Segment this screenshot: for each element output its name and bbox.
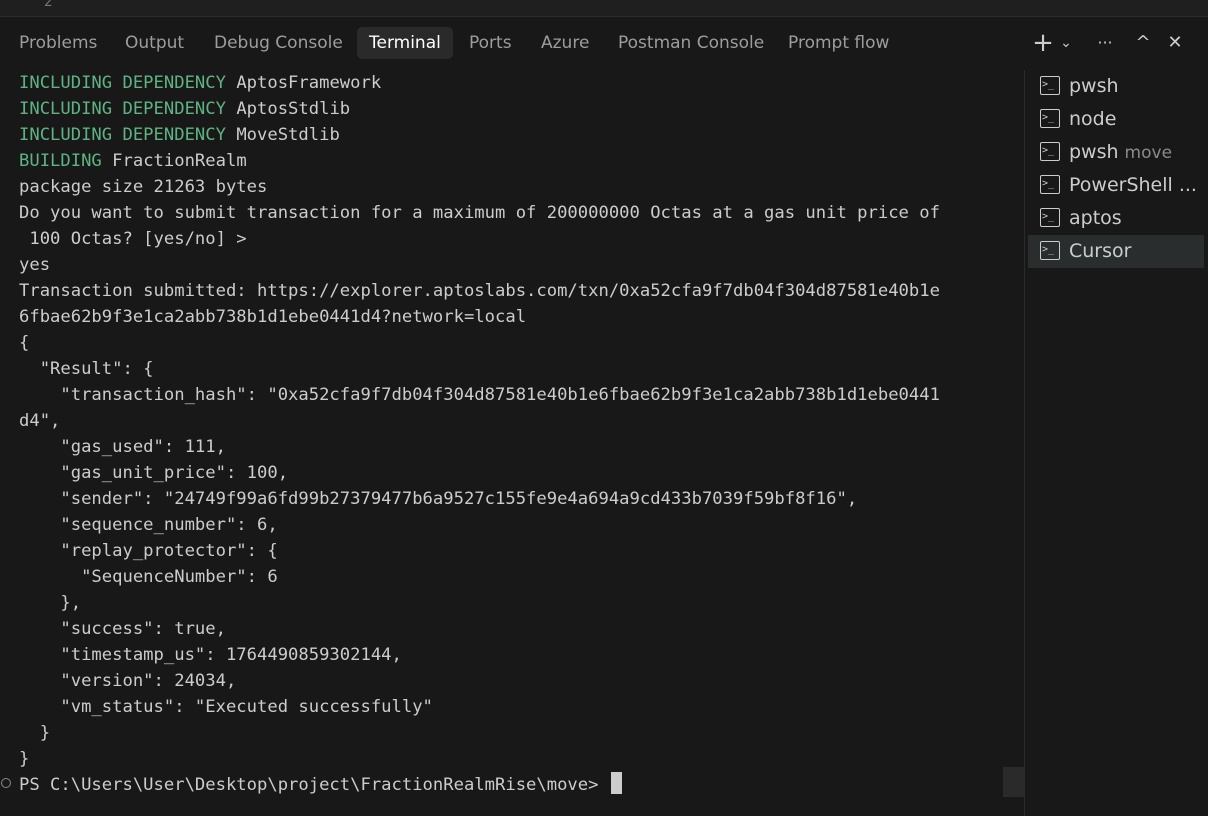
terminal-session-desc: move	[1124, 143, 1173, 163]
terminal-line: "timestamp_us": 1764490859302144,	[19, 645, 402, 665]
terminal-session-item[interactable]: >_ pwsh	[1028, 70, 1204, 103]
tab-output[interactable]: Output	[113, 27, 196, 59]
terminal-session-item[interactable]: >_ node	[1028, 103, 1204, 136]
terminal-session-name: pwsh	[1069, 141, 1119, 163]
terminal-line: }	[19, 749, 30, 769]
tab-prompt-flow[interactable]: Prompt flow	[776, 27, 901, 59]
terminal-prompt-line[interactable]: PS C:\Users\User\Desktop\project\Fractio…	[19, 772, 622, 798]
editor-area-edge: 2	[0, 0, 1208, 17]
maximize-panel-icon[interactable]: ^	[1132, 27, 1154, 59]
terminal-line: 6fbae62b9f3e1ca2abb738b1d1ebe0441d4?netw…	[19, 307, 527, 327]
terminal-line: },	[19, 593, 82, 613]
panel-tab-bar: Problems Output Debug Console Terminal P…	[0, 27, 1208, 61]
terminal-keyword: INCLUDING DEPENDENCY	[19, 73, 226, 93]
terminal-output[interactable]: INCLUDING DEPENDENCY AptosFramework INCL…	[0, 70, 1024, 816]
terminal-line: {	[19, 333, 30, 353]
terminal-session-name: pwsh	[1069, 75, 1119, 97]
terminal-line: Transaction submitted: https://explorer.…	[19, 281, 940, 301]
terminal-line: }	[19, 723, 51, 743]
terminal-prompt: PS C:\Users\User\Desktop\project\Fractio…	[19, 775, 599, 795]
terminal-line: "replay_protector": {	[19, 541, 278, 561]
tab-ports[interactable]: Ports	[457, 27, 524, 59]
terminal-icon: >_	[1040, 175, 1060, 194]
terminal-line: d4",	[19, 411, 61, 431]
terminal-session-name: node	[1069, 108, 1117, 130]
terminal-line: "Result": {	[19, 359, 154, 379]
terminal-scrollbar[interactable]	[1003, 767, 1024, 797]
terminal-icon: >_	[1040, 109, 1060, 128]
terminal-session-name: aptos	[1069, 207, 1122, 229]
tab-problems[interactable]: Problems	[7, 27, 109, 59]
terminal-line: "gas_used": 111,	[19, 437, 226, 457]
terminal-line: "sender": "24749f99a6fd99b27379477b6a952…	[19, 489, 858, 509]
tab-postman-console[interactable]: Postman Console	[606, 27, 776, 59]
editor-line-number: 2	[44, 0, 53, 10]
terminal-line: BUILDING FractionRealm	[19, 151, 247, 171]
tab-terminal[interactable]: Terminal	[357, 27, 453, 59]
terminal-session-item[interactable]: >_ PowerShell ...	[1028, 169, 1204, 202]
terminal-session-name: PowerShell ...	[1069, 174, 1197, 196]
terminal-line: "gas_unit_price": 100,	[19, 463, 289, 483]
terminal-line: 100 Octas? [yes/no] >	[19, 229, 247, 249]
terminal-keyword: INCLUDING DEPENDENCY	[19, 99, 226, 119]
terminal-line: INCLUDING DEPENDENCY MoveStdlib	[19, 125, 340, 145]
more-actions-icon[interactable]: ···	[1092, 27, 1118, 59]
command-decoration-icon[interactable]	[1, 778, 11, 788]
new-terminal-icon[interactable]: +	[1030, 27, 1056, 59]
terminal-session-name: Cursor	[1069, 240, 1132, 262]
terminal-cursor	[610, 772, 622, 794]
terminal-icon: >_	[1040, 241, 1060, 260]
terminal-line: package size 21263 bytes	[19, 177, 268, 197]
terminal-keyword: INCLUDING DEPENDENCY	[19, 125, 226, 145]
tab-azure[interactable]: Azure	[529, 27, 601, 59]
terminal-line: "SequenceNumber": 6	[19, 567, 278, 587]
terminal-icon: >_	[1040, 142, 1060, 161]
terminal-line: yes	[19, 255, 51, 275]
tab-debug-console[interactable]: Debug Console	[202, 27, 355, 59]
terminal-session-list: >_ pwsh >_ node >_ pwsh move >_ PowerShel…	[1024, 70, 1208, 816]
chevron-down-icon[interactable]: ⌄	[1058, 27, 1074, 59]
terminal-icon: >_	[1040, 208, 1060, 227]
terminal-line: "sequence_number": 6,	[19, 515, 278, 535]
terminal-line: "transaction_hash": "0xa52cfa9f7db04f304…	[19, 385, 940, 405]
terminal-keyword: BUILDING	[19, 151, 102, 171]
terminal-session-item[interactable]: >_ aptos	[1028, 202, 1204, 235]
terminal-line: "vm_status": "Executed successfully"	[19, 697, 433, 717]
terminal-line: "version": 24034,	[19, 671, 237, 691]
close-panel-icon[interactable]: ✕	[1164, 27, 1186, 59]
terminal-line: Do you want to submit transaction for a …	[19, 203, 940, 223]
terminal-line: "success": true,	[19, 619, 226, 639]
terminal-line: INCLUDING DEPENDENCY AptosStdlib	[19, 99, 351, 119]
terminal-session-item[interactable]: >_ pwsh move	[1028, 136, 1204, 169]
terminal-session-item-active[interactable]: >_ Cursor	[1028, 235, 1204, 268]
terminal-icon: >_	[1040, 76, 1060, 95]
terminal-line: INCLUDING DEPENDENCY AptosFramework	[19, 73, 382, 93]
